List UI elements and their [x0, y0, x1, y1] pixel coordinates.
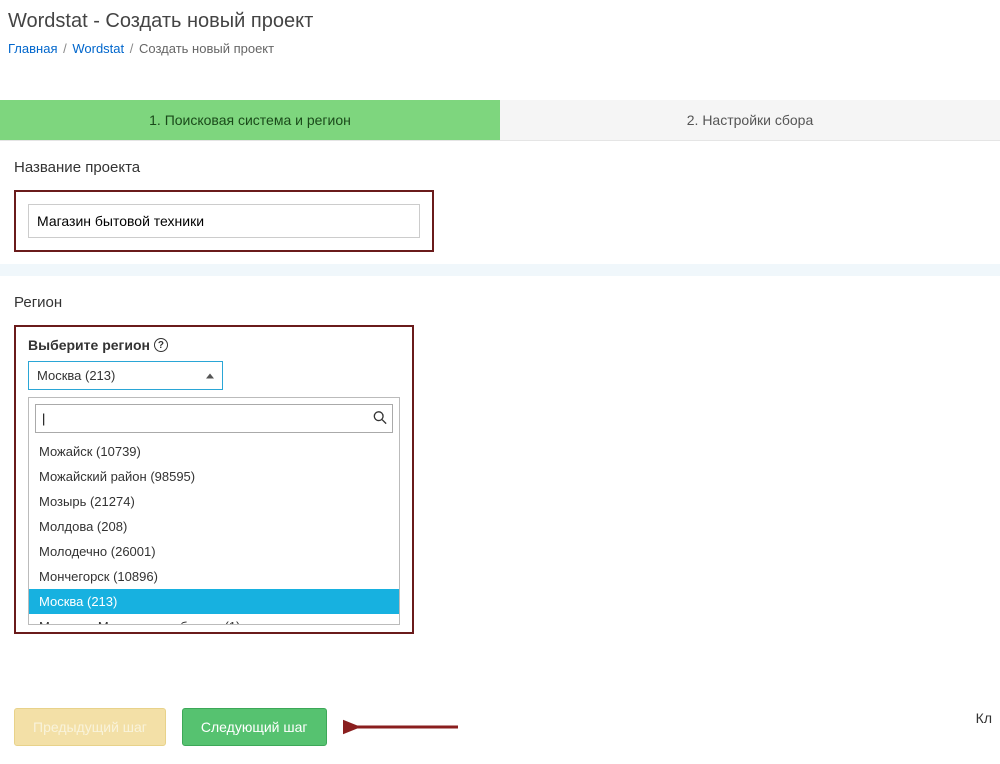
breadcrumb-current: Создать новый проект [139, 41, 274, 56]
region-field-label: Выберите регион ? [28, 337, 400, 353]
wizard-tabs: 1. Поисковая система и регион 2. Настрой… [0, 100, 1000, 141]
annotation-arrow-icon [343, 717, 463, 737]
breadcrumb: Главная / Wordstat / Создать новый проек… [8, 41, 992, 56]
tab-collection-settings[interactable]: 2. Настройки сбора [500, 100, 1000, 140]
breadcrumb-separator: / [63, 41, 67, 56]
project-name-highlight [14, 190, 434, 252]
breadcrumb-wordstat[interactable]: Wordstat [72, 41, 124, 56]
region-section-label: Регион [14, 294, 986, 311]
corner-text: Кл [976, 710, 992, 726]
breadcrumb-home[interactable]: Главная [8, 41, 57, 56]
wizard-footer: Предыдущий шаг Следующий шаг [0, 684, 1000, 764]
region-option[interactable]: Молдова (208) [29, 514, 399, 539]
region-option[interactable]: Молодечно (26001) [29, 539, 399, 564]
search-icon [373, 410, 387, 427]
previous-step-button[interactable]: Предыдущий шаг [14, 708, 166, 746]
region-selected-value[interactable]: Москва (213) [28, 361, 223, 390]
region-option[interactable]: Мозырь (21274) [29, 489, 399, 514]
tab-search-region[interactable]: 1. Поисковая система и регион [0, 100, 500, 140]
next-step-button[interactable]: Следующий шаг [182, 708, 327, 746]
help-icon[interactable]: ? [154, 338, 168, 352]
region-dropdown: Можайск (10739) Можайский район (98595) … [28, 397, 400, 625]
section-divider [0, 264, 1000, 276]
page-title: Wordstat - Создать новый проект [8, 10, 992, 33]
region-option[interactable]: Можайский район (98595) [29, 464, 399, 489]
region-option[interactable]: Москва и Московская область (1) [29, 614, 399, 624]
breadcrumb-separator: / [130, 41, 134, 56]
project-name-label: Название проекта [14, 159, 986, 176]
region-option[interactable]: Москва (213) [29, 589, 399, 614]
project-name-input[interactable] [28, 204, 420, 238]
region-option[interactable]: Можайск (10739) [29, 439, 399, 464]
region-search-input[interactable] [35, 404, 393, 433]
region-combobox[interactable]: Москва (213) [28, 361, 223, 390]
region-option-list[interactable]: Можайск (10739) Можайский район (98595) … [29, 439, 399, 624]
region-highlight: Выберите регион ? Москва (213) Можайск (… [14, 325, 414, 634]
region-option[interactable]: Мончегорск (10896) [29, 564, 399, 589]
